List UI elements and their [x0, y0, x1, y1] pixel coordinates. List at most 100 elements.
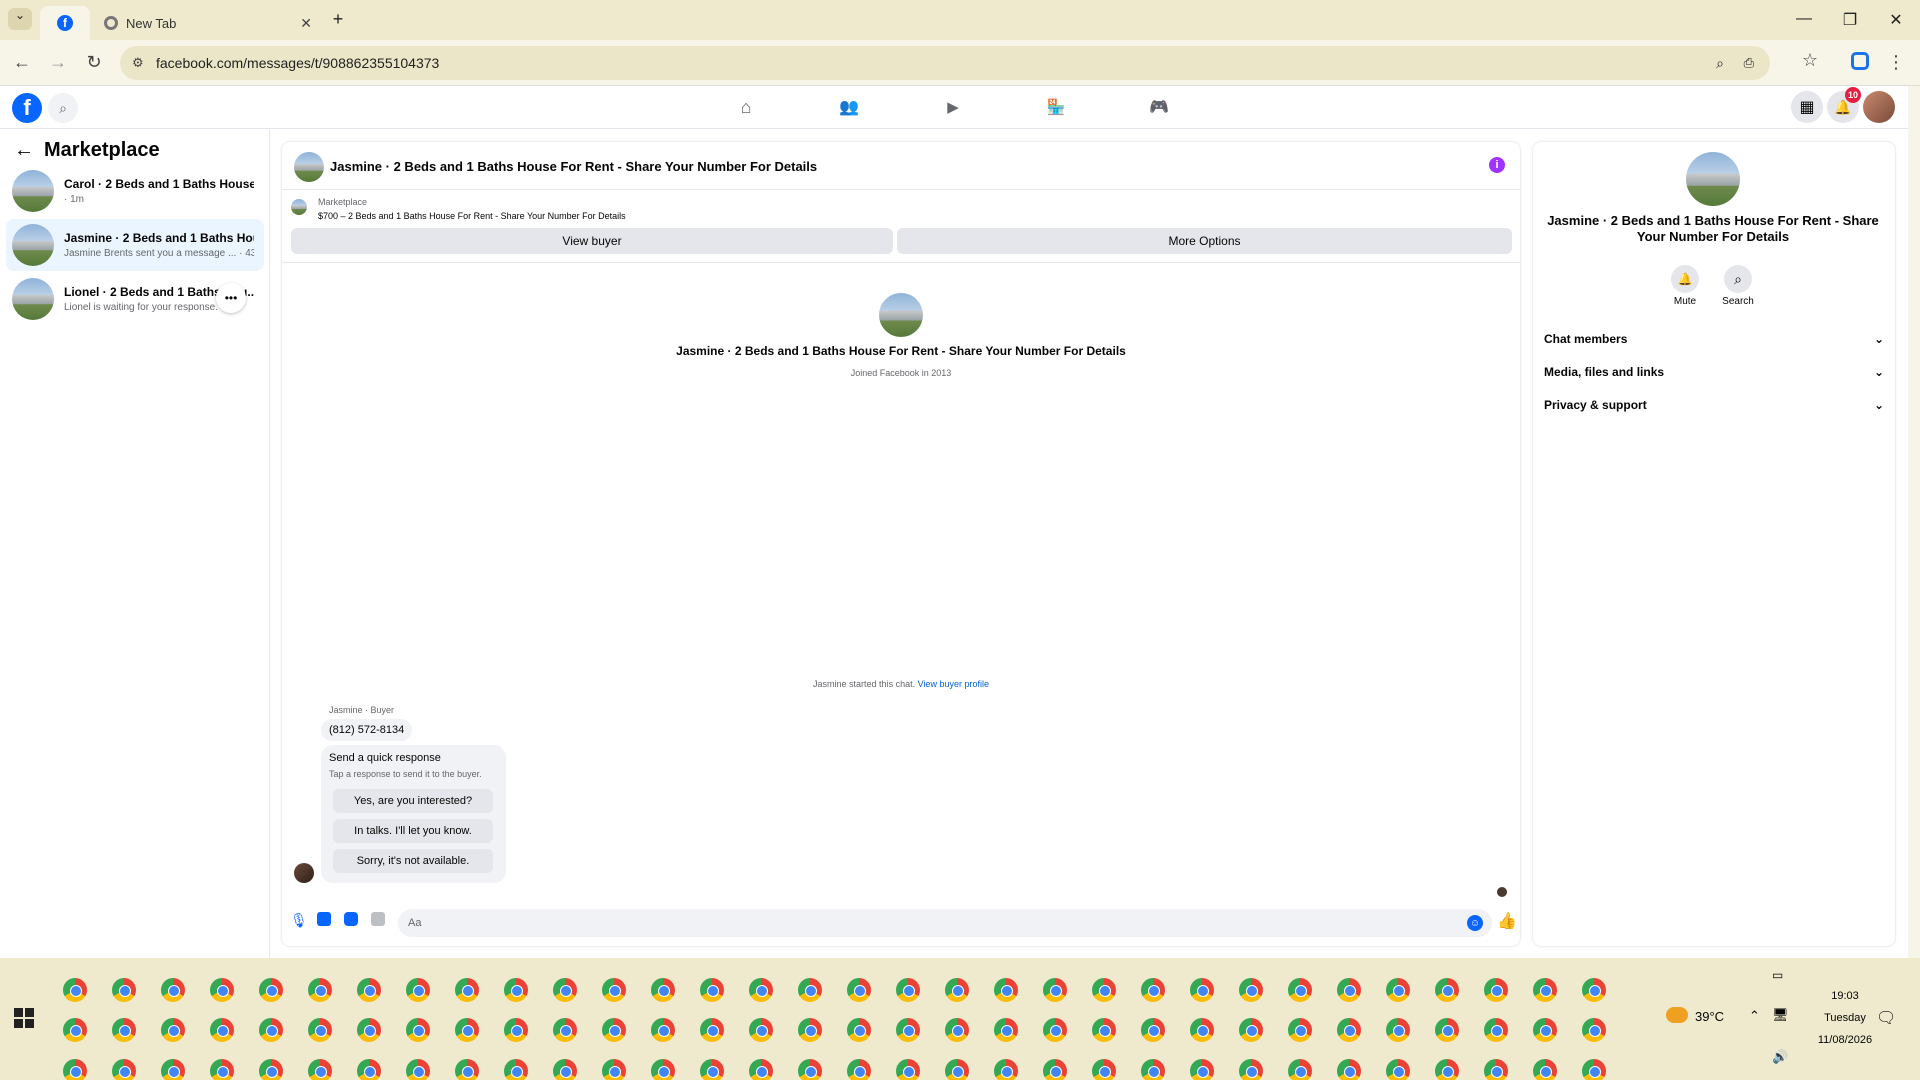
clock-date[interactable]: 11/08/2026 [1795, 1034, 1895, 1046]
video-icon[interactable]: ▶ [940, 94, 966, 120]
taskbar-app-icon[interactable] [1386, 1018, 1410, 1042]
forward-arrow-icon[interactable]: → [46, 52, 70, 73]
sticker-icon[interactable] [344, 912, 358, 926]
facebook-logo-icon[interactable]: f [12, 93, 42, 123]
taskbar-app-icon[interactable] [602, 1059, 626, 1080]
weather-icon[interactable] [1666, 1007, 1688, 1023]
restore-button[interactable]: ❐ [1838, 10, 1862, 30]
taskbar-app-icon[interactable] [406, 978, 430, 1002]
taskbar-app-icon[interactable] [700, 1018, 724, 1042]
taskbar-app-icon[interactable] [210, 1018, 234, 1042]
taskbar-app-icon[interactable] [651, 1059, 675, 1080]
taskbar-app-icon[interactable] [259, 1018, 283, 1042]
search-icon[interactable]: ⌕ [1724, 265, 1752, 293]
message-input[interactable]: Aa [398, 909, 1492, 937]
more-options-button[interactable]: More Options [897, 228, 1512, 254]
taskbar-app-icon[interactable] [1435, 1059, 1459, 1080]
taskbar-app-icon[interactable] [945, 1018, 969, 1042]
taskbar-app-icon[interactable] [896, 978, 920, 1002]
page-scrollbar[interactable] [1908, 86, 1920, 958]
taskbar-app-icon[interactable] [357, 1059, 381, 1080]
taskbar-app-icon[interactable] [1533, 1018, 1557, 1042]
tab-new-tab[interactable]: New Tab ✕ [90, 6, 320, 40]
taskbar-app-icon[interactable] [798, 1059, 822, 1080]
taskbar-app-icon[interactable] [749, 1018, 773, 1042]
taskbar-app-icon[interactable] [1484, 978, 1508, 1002]
view-buyer-button[interactable]: View buyer [291, 228, 893, 254]
taskbar-app-icon[interactable] [1190, 978, 1214, 1002]
quick-reply-button[interactable]: Sorry, it's not available. [333, 849, 493, 873]
taskbar-app-icon[interactable] [161, 1059, 185, 1080]
taskbar-app-icon[interactable] [1582, 1059, 1606, 1080]
back-arrow-icon[interactable]: ← [14, 139, 34, 162]
sender-avatar[interactable] [294, 863, 314, 883]
section-chat-members[interactable]: Chat members ⌄ [1544, 332, 1884, 346]
taskbar-app-icon[interactable] [308, 978, 332, 1002]
taskbar-app-icon[interactable] [161, 978, 185, 1002]
taskbar-app-icon[interactable] [1533, 978, 1557, 1002]
taskbar-app-icon[interactable] [210, 1059, 234, 1080]
taskbar-app-icon[interactable] [1092, 1018, 1116, 1042]
taskbar-app-icon[interactable] [994, 978, 1018, 1002]
taskbar-app-icon[interactable] [1435, 1018, 1459, 1042]
taskbar-app-icon[interactable] [945, 1059, 969, 1080]
mute-bell-icon[interactable]: 🔔 [1671, 265, 1699, 293]
taskbar-app-icon[interactable] [749, 1059, 773, 1080]
clock-time[interactable]: 19:03 [1795, 990, 1895, 1002]
taskbar-app-icon[interactable] [1288, 1018, 1312, 1042]
taskbar-app-icon[interactable] [602, 1018, 626, 1042]
home-icon[interactable]: ⌂ [733, 94, 759, 120]
network-icon[interactable]: 🖥 [1772, 1007, 1789, 1023]
taskbar-app-icon[interactable] [161, 1018, 185, 1042]
taskbar-app-icon[interactable] [259, 978, 283, 1002]
more-options-icon[interactable]: ••• [216, 283, 246, 313]
view-buyer-profile-link[interactable]: View buyer profile [918, 679, 989, 689]
taskbar-app-icon[interactable] [1288, 978, 1312, 1002]
close-window-button[interactable]: ✕ [1884, 10, 1908, 30]
taskbar-app-icon[interactable] [455, 978, 479, 1002]
taskbar-app-icon[interactable] [1288, 1059, 1312, 1080]
taskbar-app-icon[interactable] [749, 978, 773, 1002]
taskbar-app-icon[interactable] [945, 978, 969, 1002]
taskbar-app-icon[interactable] [63, 1059, 87, 1080]
emoji-icon[interactable]: ☺ [1467, 915, 1483, 931]
taskbar-app-icon[interactable] [798, 978, 822, 1002]
taskbar-app-icon[interactable] [1141, 1059, 1165, 1080]
taskbar-app-icon[interactable] [651, 1018, 675, 1042]
taskbar-app-icon[interactable] [1337, 1018, 1361, 1042]
taskbar-app-icon[interactable] [504, 978, 528, 1002]
search-icon[interactable]: ⌕ [48, 93, 78, 123]
taskbar-app-icon[interactable] [357, 1018, 381, 1042]
quick-reply-button[interactable]: Yes, are you interested? [333, 789, 493, 813]
taskbar-app-icon[interactable] [1043, 978, 1067, 1002]
taskbar-app-icon[interactable] [553, 1018, 577, 1042]
taskbar-app-icon[interactable] [112, 1018, 136, 1042]
taskbar-app-icon[interactable] [1582, 978, 1606, 1002]
quick-reply-button[interactable]: In talks. I'll let you know. [333, 819, 493, 843]
taskbar-app-icon[interactable] [406, 1018, 430, 1042]
taskbar-app-icon[interactable] [994, 1018, 1018, 1042]
taskbar-app-icon[interactable] [847, 978, 871, 1002]
conversation-item-jasmine[interactable]: Jasmine · 2 Beds and 1 Baths Hous... Jasm… [6, 219, 264, 271]
section-privacy-support[interactable]: Privacy & support ⌄ [1544, 398, 1884, 412]
details-avatar[interactable] [1686, 152, 1740, 206]
taskbar-app-icon[interactable] [455, 1018, 479, 1042]
taskbar-app-icon[interactable] [1386, 1059, 1410, 1080]
install-icon[interactable]: ⎙ [1744, 55, 1754, 71]
taskbar-app-icon[interactable] [1239, 1018, 1263, 1042]
taskbar-app-icon[interactable] [896, 1018, 920, 1042]
chat-avatar[interactable] [294, 152, 324, 182]
taskbar-app-icon[interactable] [798, 1018, 822, 1042]
windows-start-icon[interactable] [14, 1008, 34, 1028]
taskbar-app-icon[interactable] [1386, 978, 1410, 1002]
taskbar-app-icon[interactable] [1043, 1018, 1067, 1042]
conversation-item-lionel[interactable]: Lionel · 2 Beds and 1 Baths Hou... Lionel… [6, 273, 264, 325]
menu-kebab-icon[interactable]: ⋮ [1884, 52, 1908, 73]
taskbar-app-icon[interactable] [1092, 1059, 1116, 1080]
taskbar-app-icon[interactable] [63, 978, 87, 1002]
taskbar-app-icon[interactable] [1484, 1018, 1508, 1042]
like-thumb-icon[interactable]: 👍 [1497, 911, 1517, 931]
microphone-icon[interactable]: 🎙 [290, 912, 308, 929]
listing-text[interactable]: $700 – 2 Beds and 1 Baths House For Rent… [318, 211, 626, 221]
taskbar-app-icon[interactable] [553, 1059, 577, 1080]
